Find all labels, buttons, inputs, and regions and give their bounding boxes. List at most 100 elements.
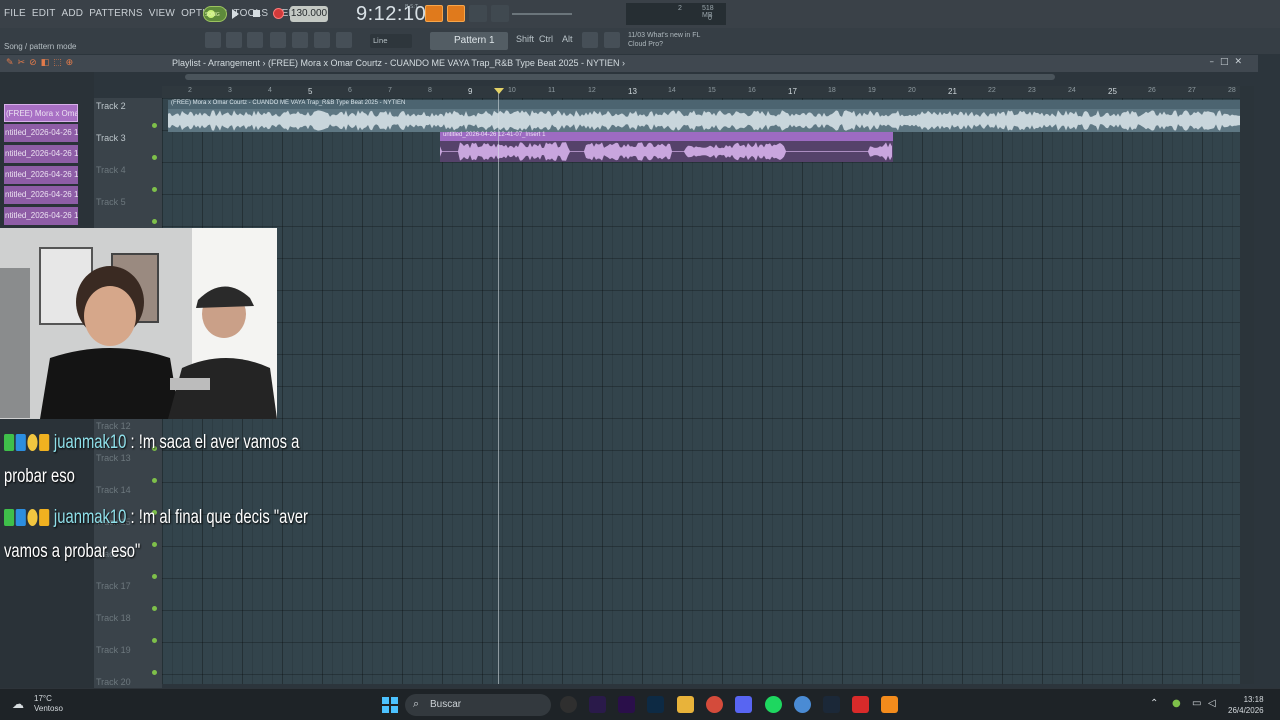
weather-icon[interactable]: ☁ <box>12 697 24 711</box>
track-label[interactable]: Track 19 <box>96 645 131 655</box>
clip-source-item[interactable]: ntitled_2026-04-26 12-... <box>4 207 78 225</box>
song-mode-label: SONG <box>205 12 220 18</box>
app-icon[interactable] <box>852 696 869 713</box>
ruler-bar-number: 24 <box>1068 87 1076 94</box>
track-led-icon[interactable] <box>152 219 157 224</box>
menu-edit[interactable]: EDIT <box>32 8 56 19</box>
playhead-marker-icon[interactable] <box>494 88 504 94</box>
mixer-icon[interactable] <box>270 32 286 48</box>
playhead-line[interactable] <box>498 92 499 684</box>
track-led-icon[interactable] <box>152 123 157 128</box>
track-led-icon[interactable] <box>152 155 157 160</box>
record-icon[interactable] <box>273 8 284 19</box>
ruler-bar-number: 8 <box>428 87 432 94</box>
fl-studio-icon[interactable] <box>881 696 898 713</box>
chat-username[interactable]: juanmak10 <box>54 507 127 528</box>
after-effects-icon[interactable] <box>589 696 606 713</box>
spotify-icon[interactable] <box>765 696 782 713</box>
pattern-selector[interactable]: Pattern 1 <box>430 32 508 50</box>
stop-icon[interactable] <box>253 10 260 17</box>
ruler-bar-number: 10 <box>508 87 516 94</box>
ruler-bar-number: 28 <box>1228 87 1236 94</box>
hint-bar: Song / pattern mode <box>4 42 77 51</box>
ruler-bar-number: 22 <box>988 87 996 94</box>
ruler-bar-number: 15 <box>708 87 716 94</box>
track-label[interactable]: Track 5 <box>96 197 126 207</box>
playlist-tools-icons[interactable]: ✎✂⊘◧⬚⊕ <box>6 58 77 68</box>
track-label[interactable]: Track 17 <box>96 581 131 591</box>
snap-selector[interactable]: Line <box>370 34 412 48</box>
menu-view[interactable]: VIEW <box>149 8 175 19</box>
chat-text: !m al final que decis "aver <box>138 507 308 529</box>
clip-title: untitled_2026-04-26 12-41-07_Insert 1 <box>443 132 546 138</box>
wait-input-button[interactable] <box>491 5 509 22</box>
chat-username[interactable]: juanmak10 <box>54 432 127 453</box>
steam-icon[interactable] <box>823 696 840 713</box>
chat-message-line: juanmak10 : !m al final que decis "aver <box>4 501 308 535</box>
premiere-icon[interactable] <box>618 696 635 713</box>
windows-start-icon[interactable] <box>382 697 398 713</box>
tempo-display[interactable]: 130.000 <box>290 6 328 22</box>
track-led-icon[interactable] <box>152 638 157 643</box>
track-label[interactable]: Track 18 <box>96 613 131 623</box>
menu-file[interactable]: FILE <box>4 8 26 19</box>
taskbar-clock[interactable]: 13:18 26/4/2026 <box>1228 694 1264 716</box>
track-led-icon[interactable] <box>152 574 157 579</box>
playlist-icon[interactable] <box>205 32 221 48</box>
channel-rack-icon[interactable] <box>247 32 263 48</box>
weather-widget[interactable]: 17°C Ventoso <box>34 694 63 714</box>
volume-icon[interactable]: ◁ <box>1208 698 1216 709</box>
photoshop-icon[interactable] <box>647 696 664 713</box>
track-label[interactable]: Track 2 <box>96 101 126 111</box>
track-label[interactable]: Track 20 <box>96 677 131 687</box>
track-label[interactable]: Track 4 <box>96 165 126 175</box>
alt-key-button[interactable]: Alt <box>562 34 573 44</box>
countdown-button[interactable] <box>447 5 465 22</box>
timeline-ruler[interactable]: 2 3 4 5 6 7 8 9 10 11 12 13 14 15 16 17 18 19 20 21 22 23 24 25… <box>162 86 1240 98</box>
shift-key-button[interactable]: Shift <box>516 34 534 44</box>
window-controls-icon[interactable]: –□✕ <box>1209 57 1248 67</box>
clip-source-item[interactable]: ntitled_2026-04-26 12-... <box>4 186 78 204</box>
play-icon[interactable] <box>232 9 239 19</box>
browser-icon[interactable] <box>292 32 308 48</box>
vertical-scrollbar[interactable] <box>1240 86 1254 684</box>
file-explorer-icon[interactable] <box>677 696 694 713</box>
typing-keyboard-icon[interactable] <box>582 32 598 48</box>
ctrl-key-button[interactable]: Ctrl <box>539 34 553 44</box>
clip-source-item[interactable]: ntitled_2026-04-26 12-... <box>4 124 78 142</box>
menu-bar: FILE EDIT ADD PATTERNS VIEW OPTIONS TOOL… <box>0 0 1280 28</box>
ruler-bar-number: 5 <box>308 87 313 96</box>
clip-source-item[interactable]: ntitled_2026-04-26 12-... <box>4 145 78 163</box>
clip-source-item[interactable]: ntitled_2026-04-26 12-... <box>4 166 78 184</box>
chrome-icon[interactable] <box>706 696 723 713</box>
track-led-icon[interactable] <box>152 187 157 192</box>
tray-chevron-icon[interactable]: ⌃ <box>1150 698 1158 709</box>
menu-add[interactable]: ADD <box>62 8 84 19</box>
horizontal-scrollbar[interactable] <box>185 74 1055 80</box>
track-label[interactable]: Track 3 <box>96 133 126 143</box>
track-led-icon[interactable] <box>152 670 157 675</box>
chrome-profile-icon[interactable] <box>794 696 811 713</box>
clip-source-item[interactable]: (FREE) Mora x Omar... <box>4 104 78 122</box>
network-icon[interactable]: ▭ <box>1192 698 1201 709</box>
loop-record-button[interactable] <box>469 5 487 22</box>
playlist-grid[interactable] <box>162 98 1240 684</box>
clip-title: (FREE) Mora x Omar Courtz - CUANDO ME VA… <box>171 100 406 106</box>
news-panel[interactable]: 11/03 What's new in FL Cloud Pro? <box>628 31 700 49</box>
undo-history-icon[interactable] <box>604 32 620 48</box>
track-led-icon[interactable] <box>152 606 157 611</box>
menu-patterns[interactable]: PATTERNS <box>89 8 142 19</box>
chat-separator: : <box>126 432 139 454</box>
mic-icon[interactable] <box>336 32 352 48</box>
chat-text-continued: probar eso <box>4 466 75 488</box>
audio-clip-recording[interactable]: untitled_2026-04-26 12-41-07_Insert 1 <box>440 132 893 162</box>
metronome-button[interactable] <box>425 5 443 22</box>
master-volume-slider[interactable] <box>512 13 572 15</box>
plugin-icon[interactable] <box>314 32 330 48</box>
piano-roll-icon[interactable] <box>226 32 242 48</box>
mic-tray-icon[interactable]: ● <box>1172 698 1181 709</box>
chrome-dev-icon[interactable] <box>560 696 577 713</box>
audio-clip-beat[interactable]: (FREE) Mora x Omar Courtz - CUANDO ME VA… <box>168 100 1240 132</box>
taskbar-search[interactable]: ⌕ Buscar <box>405 694 551 716</box>
discord-icon[interactable] <box>735 696 752 713</box>
